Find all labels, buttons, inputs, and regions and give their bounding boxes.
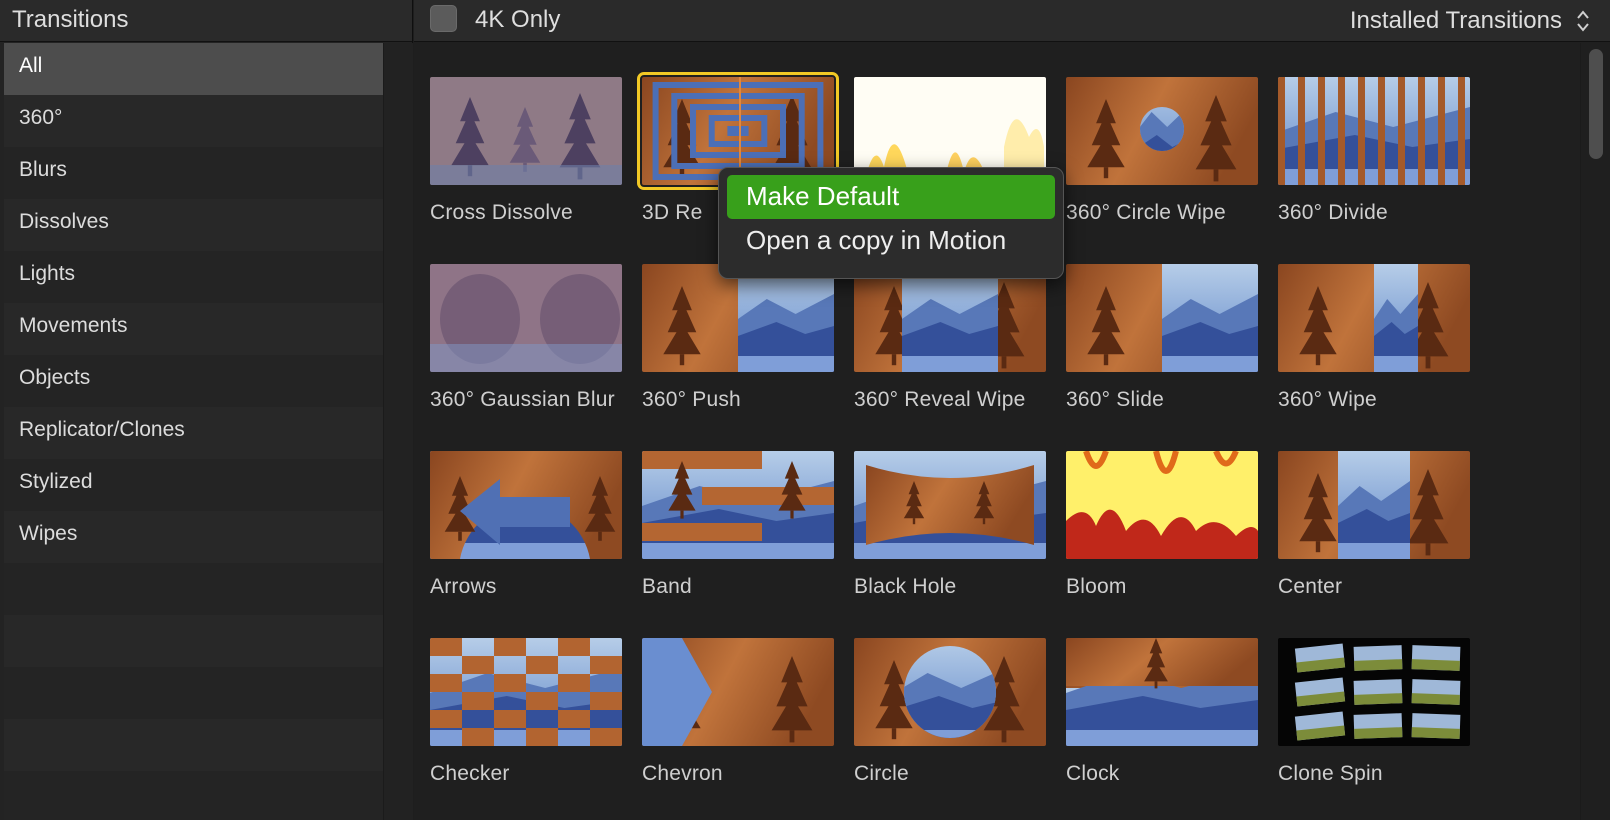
scroll-thumb[interactable] <box>1589 49 1603 159</box>
transition-thumbnail[interactable] <box>642 451 834 559</box>
empty-row <box>4 615 383 667</box>
category-movements[interactable]: Movements <box>4 303 383 355</box>
context-menu: Make Default Open a copy in Motion <box>718 167 1064 279</box>
transition-thumbnail[interactable] <box>430 264 622 372</box>
transition-grid: Cross Dissolve 3D Re 360° Circle Wipe 360… <box>414 43 1580 820</box>
transition-name: Clock <box>1066 762 1120 785</box>
transition-name: Clone Spin <box>1278 762 1383 785</box>
transition-thumbnail[interactable] <box>1278 264 1470 372</box>
transition-tile[interactable]: Arrows <box>430 451 624 600</box>
empty-row <box>4 563 383 615</box>
installed-transitions-label: Installed Transitions <box>1349 7 1562 34</box>
category-360[interactable]: 360° <box>4 95 383 147</box>
transition-thumbnail[interactable] <box>854 264 1046 372</box>
category-all[interactable]: All <box>4 43 383 95</box>
transition-thumbnail[interactable] <box>1278 638 1470 746</box>
transition-name: 360° Slide <box>1066 388 1164 411</box>
transition-tile[interactable]: 360° Circle Wipe <box>1066 77 1260 226</box>
transition-thumbnail[interactable] <box>1278 77 1470 185</box>
transition-name: 360° Divide <box>1278 201 1388 224</box>
category-stylized[interactable]: Stylized <box>4 459 383 511</box>
transition-thumbnail[interactable] <box>430 638 622 746</box>
transition-name: Arrows <box>430 575 497 598</box>
transition-name: Circle <box>854 762 909 785</box>
transition-tile[interactable]: 360° Wipe <box>1278 264 1472 413</box>
transition-name: 360° Circle Wipe <box>1066 201 1226 224</box>
transition-name: 360° Gaussian Blur <box>430 388 615 411</box>
transition-tile[interactable]: 360° Divide <box>1278 77 1472 226</box>
category-lights[interactable]: Lights <box>4 251 383 303</box>
category-replicator-clones[interactable]: Replicator/Clones <box>4 407 383 459</box>
open-copy-in-motion-menu-item[interactable]: Open a copy in Motion <box>727 219 1055 263</box>
transition-tile[interactable]: Checker <box>430 638 624 787</box>
transition-tile[interactable]: Clone Spin <box>1278 638 1472 787</box>
empty-row <box>4 719 383 771</box>
empty-row <box>4 667 383 719</box>
4k-only-label[interactable]: 4K Only <box>475 6 560 34</box>
transition-tile[interactable]: Center <box>1278 451 1472 600</box>
sidebar: Transitions All 360° Blurs Dissolves Lig… <box>0 0 413 820</box>
sidebar-title: Transitions <box>0 0 412 42</box>
transition-thumbnail[interactable] <box>854 451 1046 559</box>
transition-name: 360° Wipe <box>1278 388 1377 411</box>
transition-name: Chevron <box>642 762 723 785</box>
4k-only-checkbox[interactable] <box>430 5 457 32</box>
transition-tile[interactable]: 360° Push <box>642 264 836 413</box>
transition-thumbnail[interactable] <box>430 451 622 559</box>
transition-thumbnail[interactable] <box>1066 451 1258 559</box>
transition-thumbnail[interactable] <box>1278 451 1470 559</box>
make-default-menu-item[interactable]: Make Default <box>727 175 1055 219</box>
empty-row <box>4 771 383 820</box>
browser-toolbar: 4K Only Installed Transitions <box>414 0 1610 42</box>
transition-tile[interactable]: Circle <box>854 638 1048 787</box>
category-dissolves[interactable]: Dissolves <box>4 199 383 251</box>
transition-name: Band <box>642 575 692 598</box>
transition-tile[interactable]: 360° Gaussian Blur <box>430 264 624 413</box>
transition-thumbnail[interactable] <box>642 638 834 746</box>
transition-tile[interactable]: Band <box>642 451 836 600</box>
transition-tile[interactable]: Black Hole <box>854 451 1048 600</box>
transition-tile[interactable]: 360° Slide <box>1066 264 1260 413</box>
transition-tile[interactable]: Clock <box>1066 638 1260 787</box>
transition-tile[interactable]: Chevron <box>642 638 836 787</box>
transition-thumbnail[interactable] <box>1066 77 1258 185</box>
installed-transitions-popup[interactable]: Installed Transitions <box>1350 6 1590 36</box>
transitions-browser: 4K Only Installed Transitions Cross Diss… <box>414 0 1610 820</box>
transition-name: Center <box>1278 575 1343 598</box>
transition-name: 360° Reveal Wipe <box>854 388 1026 411</box>
transition-tile[interactable]: Cross Dissolve <box>430 77 624 226</box>
transition-tile[interactable]: 360° Reveal Wipe <box>854 264 1048 413</box>
transition-thumbnail[interactable] <box>642 264 834 372</box>
transition-name: 360° Push <box>642 388 741 411</box>
transition-name: Black Hole <box>854 575 957 598</box>
transition-thumbnail[interactable] <box>1066 264 1258 372</box>
transition-thumbnail[interactable] <box>430 77 622 185</box>
category-blurs[interactable]: Blurs <box>4 147 383 199</box>
category-list: All 360° Blurs Dissolves Lights Movement… <box>4 43 383 820</box>
transition-tile[interactable]: Bloom <box>1066 451 1260 600</box>
transition-name: Bloom <box>1066 575 1127 598</box>
browser-scrollbar[interactable] <box>1580 43 1610 820</box>
category-objects[interactable]: Objects <box>4 355 383 407</box>
transition-name: Cross Dissolve <box>430 201 573 224</box>
category-wipes[interactable]: Wipes <box>4 511 383 563</box>
transition-thumbnail[interactable] <box>854 638 1046 746</box>
sidebar-scrollbar[interactable] <box>383 43 413 820</box>
transition-thumbnail[interactable] <box>1066 638 1258 746</box>
transition-name: Checker <box>430 762 510 785</box>
chevron-updown-icon <box>1577 10 1589 32</box>
